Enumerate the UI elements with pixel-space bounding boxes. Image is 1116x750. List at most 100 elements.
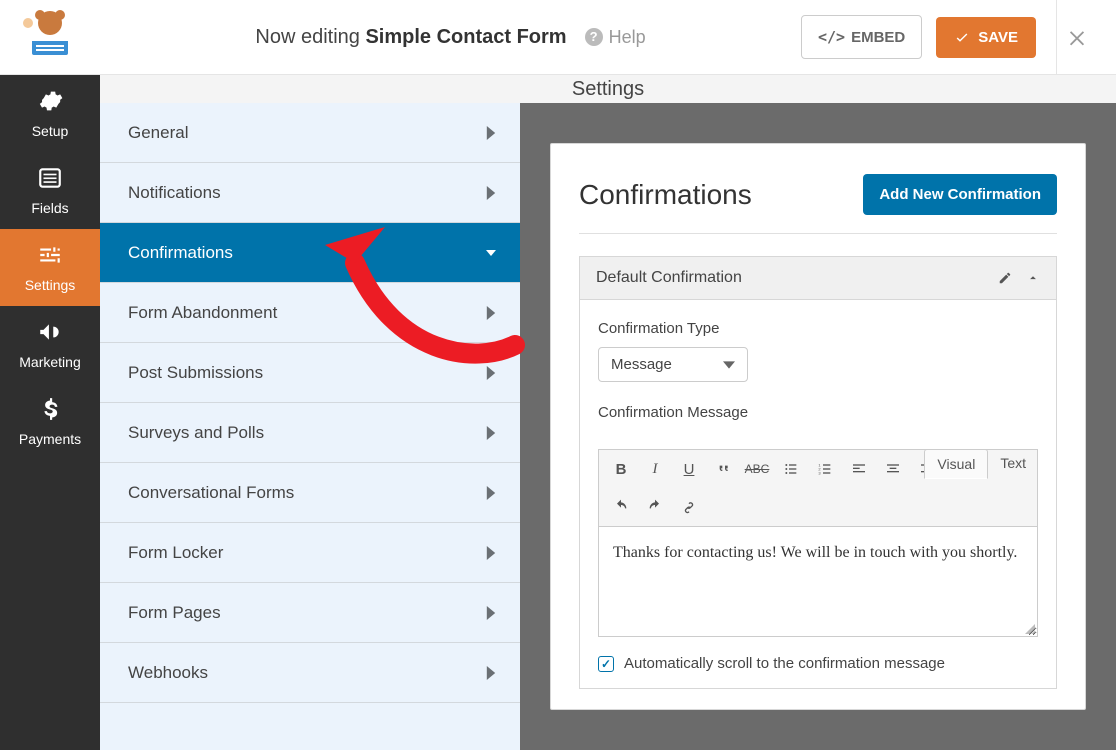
top-center: Now editing Simple Contact Form ? Help bbox=[100, 26, 801, 49]
toolbar-link[interactable] bbox=[675, 494, 703, 520]
chevron-right-icon bbox=[486, 666, 496, 680]
embed-button[interactable]: </> EMBED bbox=[801, 15, 922, 59]
editor-tab-text[interactable]: Text bbox=[988, 449, 1038, 479]
top-right: </> EMBED SAVE bbox=[801, 0, 1116, 75]
rail-item-fields[interactable]: Fields bbox=[0, 152, 100, 229]
settings-item-label: Form Pages bbox=[128, 603, 221, 623]
top-bar: Now editing Simple Contact Form ? Help <… bbox=[0, 0, 1116, 75]
chevron-right-icon bbox=[486, 306, 496, 320]
toolbar-align-center[interactable] bbox=[879, 456, 907, 482]
left-rail: Setup Fields Settings Marketing Payments bbox=[0, 75, 100, 750]
embed-label: EMBED bbox=[851, 29, 905, 46]
rail-label: Payments bbox=[19, 431, 81, 447]
settings-item-post-submissions[interactable]: Post Submissions bbox=[100, 343, 520, 403]
help-icon: ? bbox=[585, 28, 603, 46]
help-label: Help bbox=[609, 27, 646, 48]
chevron-down-icon bbox=[723, 359, 735, 371]
settings-item-label: Surveys and Polls bbox=[128, 423, 264, 443]
add-new-confirmation-button[interactable]: Add New Confirmation bbox=[863, 174, 1057, 215]
settings-item-conversational-forms[interactable]: Conversational Forms bbox=[100, 463, 520, 523]
settings-item-form-abandonment[interactable]: Form Abandonment bbox=[100, 283, 520, 343]
sliders-icon bbox=[37, 242, 63, 271]
panel-title: Confirmations bbox=[579, 179, 752, 211]
save-button[interactable]: SAVE bbox=[936, 17, 1036, 58]
settings-item-confirmations[interactable]: Confirmations bbox=[100, 223, 520, 283]
settings-item-label: Confirmations bbox=[128, 243, 233, 263]
editor-tab-visual[interactable]: Visual bbox=[924, 449, 988, 479]
list-icon bbox=[37, 165, 63, 194]
accordion-tools bbox=[998, 271, 1040, 285]
editor-textarea[interactable]: Thanks for contacting us! We will be in … bbox=[598, 527, 1038, 637]
settings-item-label: Webhooks bbox=[128, 663, 208, 683]
accordion-body: Confirmation Type Message Confirmation M… bbox=[579, 300, 1057, 689]
toolbar-align-left[interactable] bbox=[845, 456, 873, 482]
rail-label: Marketing bbox=[19, 354, 80, 370]
checkbox[interactable]: ✓ bbox=[598, 656, 614, 672]
dollar-icon bbox=[37, 396, 63, 425]
toolbar-undo[interactable] bbox=[607, 494, 635, 520]
confirmations-panel: Confirmations Add New Confirmation Defau… bbox=[550, 143, 1086, 710]
rail-item-setup[interactable]: Setup bbox=[0, 75, 100, 152]
settings-item-label: Post Submissions bbox=[128, 363, 263, 383]
toolbar-redo[interactable] bbox=[641, 494, 669, 520]
chevron-right-icon bbox=[486, 126, 496, 140]
settings-item-label: Form Abandonment bbox=[128, 303, 277, 323]
toolbar-quote[interactable] bbox=[709, 456, 737, 482]
editor-tabs: Visual Text bbox=[924, 449, 1038, 479]
toolbar-bold[interactable]: B bbox=[607, 456, 635, 482]
svg-text:3: 3 bbox=[818, 470, 821, 475]
settings-item-general[interactable]: General bbox=[100, 103, 520, 163]
confirmation-type-label: Confirmation Type bbox=[598, 320, 1038, 337]
settings-item-label: Notifications bbox=[128, 183, 221, 203]
rail-item-marketing[interactable]: Marketing bbox=[0, 306, 100, 383]
toolbar-italic[interactable]: I bbox=[641, 456, 669, 482]
canvas: Confirmations Add New Confirmation Defau… bbox=[520, 103, 1116, 750]
chevron-right-icon bbox=[486, 486, 496, 500]
content: Settings General Notifications Confirmat… bbox=[100, 75, 1116, 750]
code-icon: </> bbox=[818, 28, 845, 46]
gear-icon bbox=[37, 88, 63, 117]
rail-label: Fields bbox=[31, 200, 68, 216]
settings-item-form-pages[interactable]: Form Pages bbox=[100, 583, 520, 643]
settings-item-label: Form Locker bbox=[128, 543, 223, 563]
settings-menu: General Notifications Confirmations Form… bbox=[100, 103, 520, 750]
settings-item-webhooks[interactable]: Webhooks bbox=[100, 643, 520, 703]
logo bbox=[0, 0, 100, 75]
close-button[interactable] bbox=[1056, 0, 1096, 75]
chevron-down-icon bbox=[486, 246, 496, 260]
toolbar-ul[interactable] bbox=[777, 456, 805, 482]
editor-content: Thanks for contacting us! We will be in … bbox=[613, 544, 1017, 561]
resize-handle-icon bbox=[1025, 624, 1035, 634]
settings-item-surveys-polls[interactable]: Surveys and Polls bbox=[100, 403, 520, 463]
settings-item-label: General bbox=[128, 123, 188, 143]
accordion-header[interactable]: Default Confirmation bbox=[579, 256, 1057, 300]
select-value: Message bbox=[611, 356, 672, 373]
scroll-checkbox-row[interactable]: ✓ Automatically scroll to the confirmati… bbox=[598, 655, 1038, 672]
chevron-right-icon bbox=[486, 546, 496, 560]
settings-item-notifications[interactable]: Notifications bbox=[100, 163, 520, 223]
columns: General Notifications Confirmations Form… bbox=[100, 103, 1116, 750]
confirmation-message-label: Confirmation Message bbox=[598, 404, 1038, 421]
rail-label: Setup bbox=[32, 123, 69, 139]
check-icon bbox=[954, 29, 970, 45]
confirmation-type-select[interactable]: Message bbox=[598, 347, 748, 382]
toolbar-underline[interactable]: U bbox=[675, 456, 703, 482]
settings-item-label: Conversational Forms bbox=[128, 483, 294, 503]
checkbox-label: Automatically scroll to the confirmation… bbox=[624, 655, 945, 672]
now-editing: Now editing Simple Contact Form bbox=[255, 26, 566, 49]
form-name: Simple Contact Form bbox=[365, 26, 566, 48]
toolbar-ol[interactable]: 123 bbox=[811, 456, 839, 482]
settings-item-form-locker[interactable]: Form Locker bbox=[100, 523, 520, 583]
body: Setup Fields Settings Marketing Payments… bbox=[0, 75, 1116, 750]
toolbar-strike[interactable]: ABC bbox=[743, 456, 771, 482]
chevron-up-icon[interactable] bbox=[1026, 271, 1040, 285]
rail-item-settings[interactable]: Settings bbox=[0, 229, 100, 306]
page-title: Settings bbox=[100, 75, 1116, 103]
rail-item-payments[interactable]: Payments bbox=[0, 383, 100, 460]
chevron-right-icon bbox=[486, 366, 496, 380]
chevron-right-icon bbox=[486, 426, 496, 440]
help-link[interactable]: ? Help bbox=[585, 27, 646, 48]
chevron-right-icon bbox=[486, 606, 496, 620]
pencil-icon[interactable] bbox=[998, 271, 1012, 285]
save-label: SAVE bbox=[978, 29, 1018, 46]
